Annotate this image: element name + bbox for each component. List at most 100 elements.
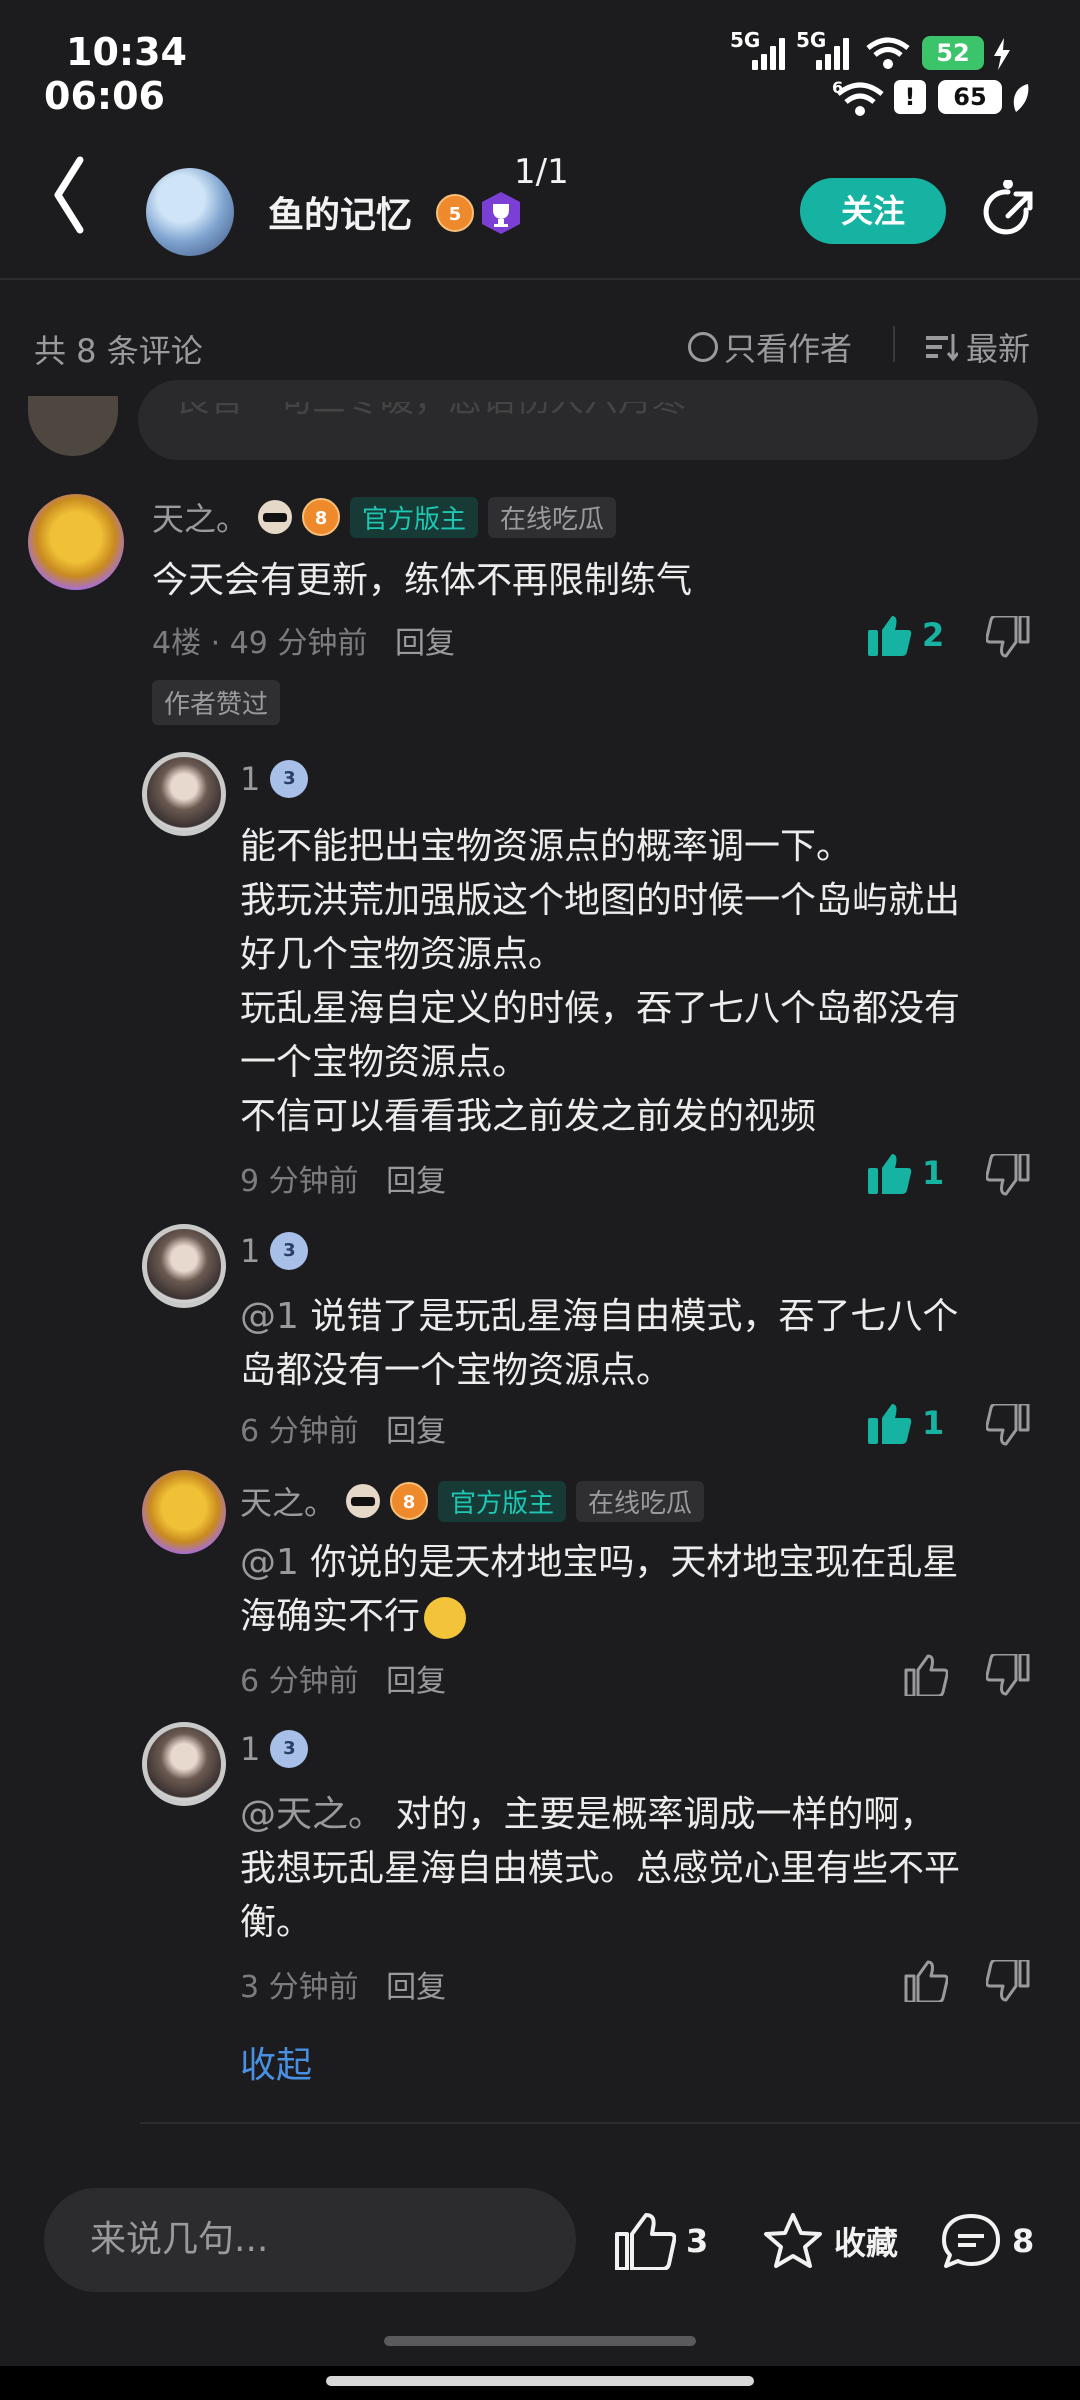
reply-text-line: 能不能把出宝物资源点的概率调一下。 xyxy=(240,826,853,867)
thumbs-down-icon[interactable] xyxy=(986,1654,1030,1696)
reply-button[interactable]: 回复 xyxy=(386,1664,446,1699)
thumbs-up-icon[interactable] xyxy=(904,1960,948,2002)
sort-button[interactable]: 最新 xyxy=(926,324,1030,370)
comment-meta: 4楼 · 49 分钟前 回复 xyxy=(152,626,455,661)
reply-time: 6 分钟前 xyxy=(240,1414,359,1449)
thumbs-up-filled-icon xyxy=(868,1154,912,1194)
thumbs-down-icon[interactable] xyxy=(986,1154,1030,1196)
prev-comment-avatar[interactable] xyxy=(28,396,118,456)
reply-text-line: 对的，主要是概率调成一样的啊， xyxy=(395,1794,936,1835)
thumbs-down-icon[interactable] xyxy=(986,1960,1030,2002)
reply-author-row: 1 3 xyxy=(240,760,309,798)
reply-avatar[interactable] xyxy=(142,1224,226,1308)
thumbs-down-icon[interactable] xyxy=(986,1404,1030,1446)
reply-time: 6 分钟前 xyxy=(240,1664,359,1699)
comment-author-name[interactable]: 天之。 xyxy=(152,494,248,540)
reply-text-line: 一个宝物资源点。 xyxy=(240,1042,529,1083)
reply-button[interactable]: 回复 xyxy=(386,1970,446,2005)
home-indicator[interactable] xyxy=(326,2376,754,2386)
status-time-top: 10:34 xyxy=(66,30,187,74)
radio-icon xyxy=(688,332,718,362)
reply-author-name[interactable]: 1 xyxy=(240,1232,260,1270)
post-like-button[interactable]: 3 xyxy=(614,2212,708,2270)
level-badge: 8 xyxy=(390,1482,429,1520)
author-level-badge: 5 xyxy=(436,194,474,232)
like-button[interactable]: 1 xyxy=(868,1402,944,1444)
share-icon[interactable] xyxy=(978,180,1038,240)
comment-avatar[interactable] xyxy=(28,494,124,590)
status-tag: 在线吃瓜 xyxy=(488,496,617,538)
filter-divider xyxy=(893,326,895,362)
star-icon xyxy=(764,2213,822,2268)
reply-text-line: 说错了是玩乱星海自由模式，吞了七八个 xyxy=(310,1296,959,1337)
author-liked-badge: 作者赞过 xyxy=(152,680,281,725)
reply-meta: 9 分钟前 回复 xyxy=(240,1156,446,1200)
like-button[interactable]: 2 xyxy=(868,614,944,656)
network-label-3: 6 xyxy=(832,78,844,97)
reply-text-line: 我想玩乱星海自由模式。总感觉心里有些不平 xyxy=(240,1848,961,1889)
sort-label: 最新 xyxy=(966,330,1031,368)
like-button[interactable]: 1 xyxy=(868,1152,944,1194)
reply-author-name[interactable]: 1 xyxy=(240,1730,260,1768)
reply-text-line: 玩乱星海自定义的时候，吞了七八个岛都没有 xyxy=(240,988,961,1029)
author-avatar[interactable] xyxy=(146,168,234,256)
charging-bolt-icon xyxy=(994,38,1010,70)
battery-indicator-bottom: 65 xyxy=(938,80,1002,114)
comment-input[interactable]: 来说几句... xyxy=(44,2188,576,2292)
reply-meta: 6 分钟前 回复 xyxy=(240,1406,446,1450)
reply-meta: 6 分钟前 回复 xyxy=(240,1656,446,1700)
reply-button[interactable]: 回复 xyxy=(395,626,455,661)
alert-icon: ! xyxy=(894,80,926,114)
collapse-replies-button[interactable]: 收起 xyxy=(240,2036,312,2088)
comment-bubble-icon xyxy=(942,2214,1000,2268)
back-icon[interactable] xyxy=(50,150,90,240)
reply-author-name[interactable]: 1 xyxy=(240,760,260,798)
battery-indicator-top: 52 xyxy=(922,36,984,70)
thumbs-up-filled-icon xyxy=(868,616,912,656)
leaf-icon xyxy=(1013,84,1029,112)
reply-author-name[interactable]: 天之。 xyxy=(240,1478,336,1524)
thinking-emoji-icon xyxy=(424,1597,467,1639)
comment-floor: 4楼 xyxy=(152,626,202,661)
thumbs-up-icon[interactable] xyxy=(904,1654,948,1696)
section-divider xyxy=(140,2122,1080,2124)
comment-total: 共 8 条评论 xyxy=(34,332,203,370)
like-count: 2 xyxy=(922,616,945,654)
reply-avatar[interactable] xyxy=(142,1722,226,1806)
reply-avatar[interactable] xyxy=(142,1470,226,1554)
mention[interactable]: @天之。 xyxy=(240,1794,384,1835)
signal-bars-1-icon xyxy=(752,36,785,70)
post-like-count: 3 xyxy=(686,2222,709,2260)
only-author-filter[interactable]: 只看作者 xyxy=(688,324,852,370)
reply-text-line: 不信可以看看我之前发之前发的视频 xyxy=(240,1096,817,1137)
favorite-button[interactable]: 收藏 xyxy=(762,2212,898,2270)
wifi-icon xyxy=(866,37,910,69)
reply-button[interactable]: 回复 xyxy=(386,1164,446,1199)
reply-time: 3 分钟前 xyxy=(240,1970,359,2005)
reply-author-row: 天之。 8 官方版主 在线吃瓜 xyxy=(240,1478,705,1524)
author-name[interactable]: 鱼的记忆 xyxy=(268,186,412,238)
thumbs-up-filled-icon xyxy=(868,1404,912,1444)
mention[interactable]: @1 xyxy=(240,1542,299,1583)
favorite-label: 收藏 xyxy=(834,2224,899,2262)
reply-text-line: 你说的是天材地宝吗，天材地宝现在乱星 xyxy=(310,1542,959,1583)
comment-author-row: 天之。 8 官方版主 在线吃瓜 xyxy=(152,494,617,540)
comment-count: 8 xyxy=(1012,2222,1035,2260)
reply-meta: 3 分钟前 回复 xyxy=(240,1962,446,2006)
level-badge: 3 xyxy=(270,760,309,798)
follow-button[interactable]: 关注 xyxy=(800,178,946,244)
only-author-label: 只看作者 xyxy=(724,330,853,368)
reply-author-row: 1 3 xyxy=(240,1730,309,1768)
moderator-tag: 官方版主 xyxy=(350,496,479,538)
page-counter: 1/1 xyxy=(514,152,569,192)
reply-avatar[interactable] xyxy=(142,752,226,836)
status-time-bottom: 06:06 xyxy=(44,74,165,118)
reply-button[interactable]: 回复 xyxy=(386,1414,446,1449)
sort-icon xyxy=(926,334,958,362)
reply-text-line: 衡。 xyxy=(240,1902,313,1943)
thumbs-down-icon[interactable] xyxy=(986,616,1030,658)
reply-text-line: 海确实不行 xyxy=(240,1596,421,1637)
comments-button[interactable]: 8 xyxy=(940,2212,1034,2270)
mention[interactable]: @1 xyxy=(240,1296,299,1337)
sunglasses-badge-icon xyxy=(346,1484,381,1518)
